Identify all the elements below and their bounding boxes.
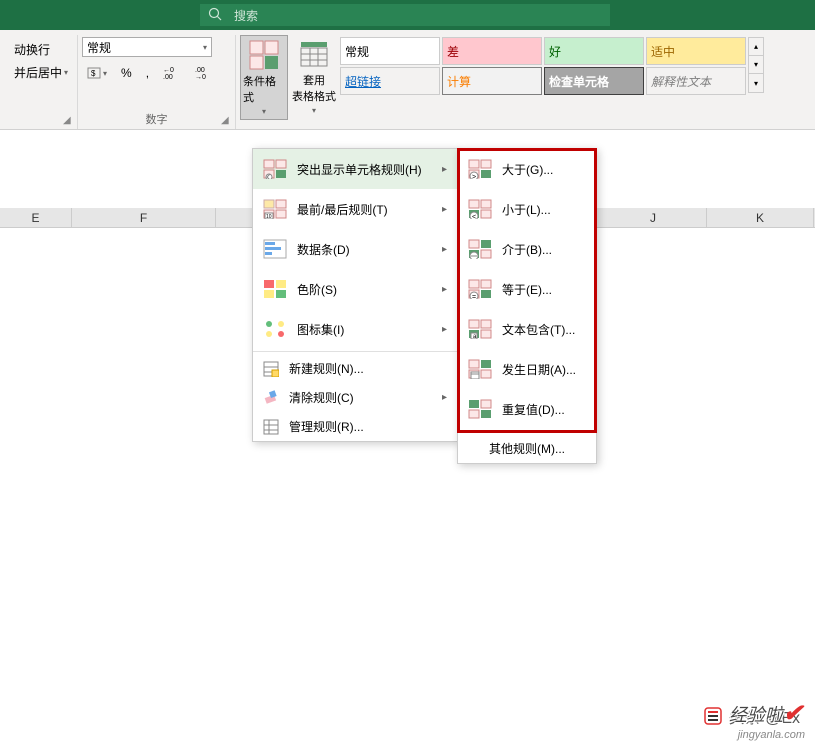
style-explanatory[interactable]: 解释性文本 <box>646 67 746 95</box>
chevron-down-icon: ▾ <box>262 107 266 116</box>
styles-scroll: ▴ ▾ ▾ <box>748 37 764 93</box>
greater-than-icon: > <box>468 159 492 179</box>
merge-center-button[interactable]: 并后居中 ▾ <box>10 62 72 83</box>
table-format-icon <box>298 38 330 70</box>
text-contains-icon: a <box>468 319 492 339</box>
menu-separator <box>253 351 457 352</box>
style-hyperlink[interactable]: 超链接 <box>340 67 440 95</box>
conditional-format-menu: 突出显示单元格规则(H) ▸ 10 最前/最后规则(T) ▸ 数据条(D) ▸ … <box>252 148 458 442</box>
svg-text:.00: .00 <box>195 67 205 74</box>
manage-rules-icon <box>263 419 279 435</box>
number-format-select[interactable]: 常规 ▾ <box>82 37 212 57</box>
new-rule-icon <box>263 361 279 377</box>
submenu-date-occurring[interactable]: 发生日期(A)... <box>458 349 596 389</box>
chevron-right-icon: ▸ <box>442 392 447 403</box>
ribbon: 动换行 并后居中 ▾ ◢ 常规 ▾ $ ▾ % , <box>0 30 815 130</box>
watermark-url: jingyanla.com <box>738 729 805 741</box>
search-placeholder: 搜索 <box>234 7 258 24</box>
menu-separator <box>458 431 596 432</box>
svg-text:10: 10 <box>266 214 272 219</box>
submenu-less-than[interactable]: < 小于(L)... <box>458 189 596 229</box>
equal-to-icon: = <box>468 279 492 299</box>
group-label: 数字 <box>78 111 235 127</box>
menu-clear-rules[interactable]: 清除规则(C) ▸ <box>253 383 457 412</box>
clear-rules-icon <box>263 390 279 406</box>
checkmark-icon: ✔ <box>783 699 803 728</box>
icon-sets-icon <box>263 319 287 339</box>
less-than-icon: < <box>468 199 492 219</box>
chevron-right-icon: ▸ <box>442 284 447 295</box>
conditional-format-button[interactable]: 条件格式 ▾ <box>240 35 288 120</box>
increase-decimal-button[interactable]: ←0.00 <box>158 63 186 83</box>
menu-new-rule[interactable]: 新建规则(N)... <box>253 354 457 383</box>
titlebar: 搜索 <box>0 0 815 30</box>
col-header[interactable]: F <box>72 208 216 227</box>
menu-icon-sets[interactable]: 图标集(I) ▸ <box>253 309 457 349</box>
svg-text:<: < <box>472 214 476 219</box>
between-icon <box>468 239 492 259</box>
submenu-more-rules[interactable]: 其他规则(M)... <box>458 434 596 463</box>
col-header[interactable]: K <box>707 208 814 227</box>
alignment-group: 动换行 并后居中 ▾ ◢ <box>6 35 78 129</box>
svg-text:>: > <box>472 174 476 179</box>
style-bad[interactable]: 差 <box>442 37 542 65</box>
top-bottom-icon: 10 <box>263 199 287 219</box>
menu-color-scales[interactable]: 色阶(S) ▸ <box>253 269 457 309</box>
scroll-down-button[interactable]: ▾ <box>749 56 763 74</box>
style-good[interactable]: 好 <box>544 37 644 65</box>
date-icon <box>468 359 492 379</box>
duplicate-icon <box>468 399 492 419</box>
menu-data-bars[interactable]: 数据条(D) ▸ <box>253 229 457 269</box>
conditional-format-icon <box>248 39 280 71</box>
highlight-rules-icon <box>263 159 287 179</box>
menu-top-bottom[interactable]: 10 最前/最后规则(T) ▸ <box>253 189 457 229</box>
color-scales-icon <box>263 279 287 299</box>
currency-button[interactable]: $ ▾ <box>82 63 112 83</box>
number-group: 常规 ▾ $ ▾ % , ←0.00 .00→0 数字 ◢ <box>78 35 236 129</box>
svg-text:=: = <box>472 294 476 299</box>
chevron-down-icon: ▾ <box>64 68 68 77</box>
search-box[interactable]: 搜索 <box>200 4 610 26</box>
svg-text:.00: .00 <box>163 74 173 80</box>
chevron-down-icon: ▾ <box>312 106 316 115</box>
svg-text:→0: →0 <box>195 74 206 80</box>
search-icon <box>208 7 222 24</box>
chevron-right-icon: ▸ <box>442 244 447 255</box>
wrap-text-button[interactable]: 动换行 <box>10 39 72 60</box>
style-calculation[interactable]: 计算 <box>442 67 542 95</box>
submenu-text-contains[interactable]: a 文本包含(T)... <box>458 309 596 349</box>
submenu-duplicate[interactable]: 重复值(D)... <box>458 389 596 429</box>
data-bars-icon <box>263 239 287 259</box>
dialog-launcher-icon[interactable]: ◢ <box>63 115 75 127</box>
decrease-decimal-button[interactable]: .00→0 <box>190 63 218 83</box>
scroll-up-button[interactable]: ▴ <box>749 38 763 56</box>
highlight-rules-submenu: > 大于(G)... < 小于(L)... 介于(B)... = 等于(E)..… <box>457 148 597 464</box>
chevron-down-icon: ▾ <box>203 43 207 52</box>
comma-button[interactable]: , <box>141 63 154 83</box>
menu-manage-rules[interactable]: 管理规则(R)... <box>253 412 457 441</box>
table-format-button[interactable]: 套用 表格格式 ▾ <box>290 35 338 118</box>
svg-text:$: $ <box>91 69 96 78</box>
chevron-right-icon: ▸ <box>442 164 447 175</box>
toutiao-icon <box>703 706 723 726</box>
watermark-brand: 经验啦 ✔ <box>729 699 803 728</box>
style-neutral[interactable]: 适中 <box>646 37 746 65</box>
svg-text:←0: ←0 <box>163 67 174 74</box>
submenu-equal-to[interactable]: = 等于(E)... <box>458 269 596 309</box>
chevron-right-icon: ▸ <box>442 324 447 335</box>
style-normal[interactable]: 常规 <box>340 37 440 65</box>
style-check-cell[interactable]: 检查单元格 <box>544 67 644 95</box>
menu-highlight-rules[interactable]: 突出显示单元格规则(H) ▸ <box>253 149 457 189</box>
cell-styles-gallery: 常规 差 好 适中 超链接 计算 检查单元格 解释性文本 <box>340 35 746 95</box>
col-header[interactable]: E <box>0 208 72 227</box>
styles-group: 条件格式 ▾ 套用 表格格式 ▾ 常规 差 好 <box>236 35 809 129</box>
chevron-down-icon: ▾ <box>103 69 107 78</box>
col-header[interactable]: J <box>600 208 707 227</box>
chevron-right-icon: ▸ <box>442 204 447 215</box>
submenu-between[interactable]: 介于(B)... <box>458 229 596 269</box>
submenu-greater-than[interactable]: > 大于(G)... <box>458 149 596 189</box>
percent-button[interactable]: % <box>116 63 137 83</box>
dialog-launcher-icon[interactable]: ◢ <box>221 115 233 127</box>
expand-gallery-button[interactable]: ▾ <box>749 74 763 92</box>
